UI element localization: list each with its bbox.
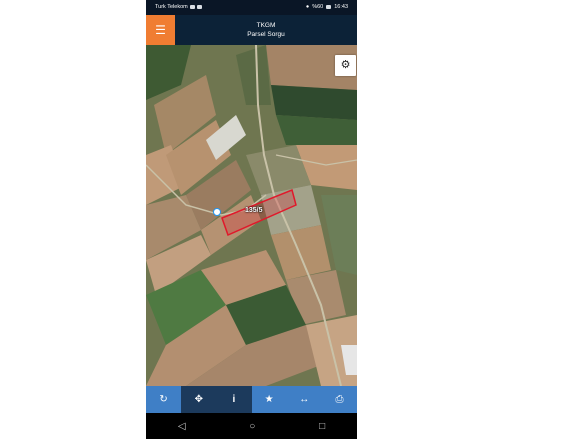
gear-icon: ⚙ — [340, 59, 351, 71]
measure-button[interactable]: ↔ — [286, 386, 322, 413]
carrier-name: Turk Telekom — [155, 4, 188, 10]
print-icon: ⎙ — [335, 394, 344, 405]
settings-button[interactable]: ⚙ — [335, 55, 356, 76]
battery-level: %60 — [312, 4, 324, 10]
info-icon: i — [232, 394, 236, 405]
print-button[interactable]: ⎙ — [321, 386, 357, 413]
locate-button[interactable]: ✥ — [181, 386, 217, 413]
home-icon[interactable]: ○ — [249, 421, 255, 432]
parcel-label[interactable]: 135/5 — [245, 207, 263, 214]
bottom-toolbar: ↻ ✥ i ★ ↔ ⎙ — [146, 386, 357, 413]
status-bar: Turk Telekom ● %60 16:43 — [146, 0, 357, 15]
refresh-button[interactable]: ↻ — [146, 386, 182, 413]
app-subtitle: Parsel Sorgu — [247, 31, 285, 38]
back-icon[interactable]: ◁ — [178, 421, 186, 432]
info-button[interactable]: i — [216, 386, 252, 413]
map-imagery — [146, 45, 357, 386]
favorite-button[interactable]: ★ — [251, 386, 287, 413]
locate-icon: ✥ — [194, 394, 203, 405]
app-bar: ☰ TKGM Parsel Sorgu — [146, 15, 357, 45]
wifi-icon — [196, 5, 202, 9]
recents-icon[interactable]: □ — [319, 421, 325, 432]
star-icon: ★ — [264, 394, 274, 405]
current-location-marker — [213, 208, 221, 216]
signal-icon — [189, 5, 195, 9]
refresh-icon: ↻ — [159, 394, 168, 405]
clock: 16:43 — [334, 4, 348, 10]
hamburger-icon: ☰ — [155, 23, 166, 37]
app-titles: TKGM Parsel Sorgu — [175, 21, 357, 39]
battery-icon — [326, 5, 332, 9]
satellite-map[interactable]: 135/5 — [146, 45, 357, 386]
location-status-icon: ● — [305, 4, 310, 10]
system-nav-bar: ◁ ○ □ — [146, 413, 357, 439]
measure-icon: ↔ — [299, 394, 310, 405]
app-title: TKGM — [256, 22, 276, 29]
menu-button[interactable]: ☰ — [146, 15, 175, 45]
phone-screen: Turk Telekom ● %60 16:43 ☰ TKGM Parsel S… — [146, 0, 357, 439]
